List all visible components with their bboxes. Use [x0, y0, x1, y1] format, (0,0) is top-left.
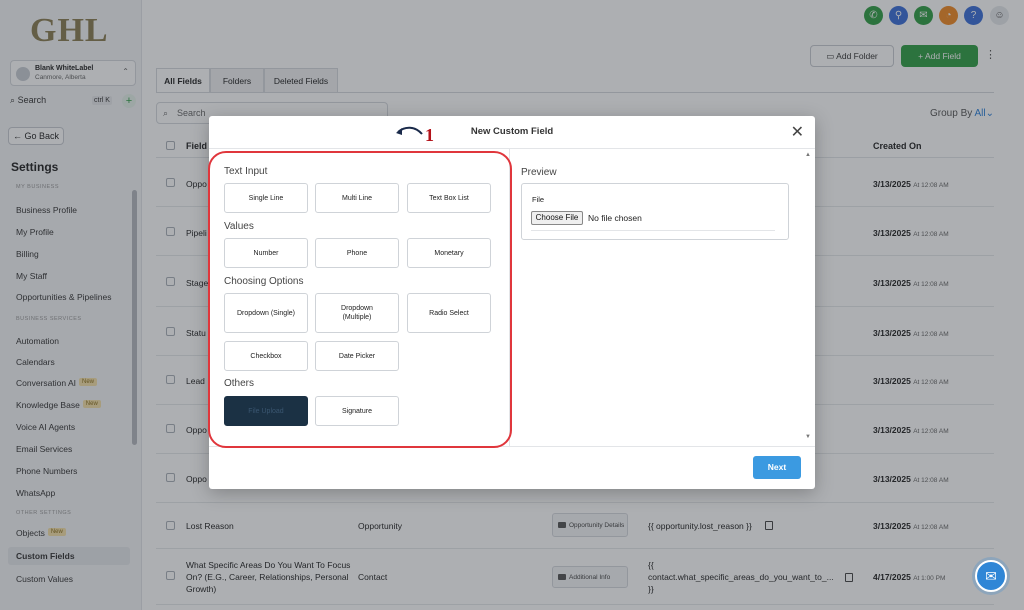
preview-heading: Preview [521, 167, 557, 178]
annotation-highlight-box [208, 151, 512, 448]
annotation-arrow-icon [396, 126, 423, 135]
preview-panel: File Choose File No file chosen [521, 183, 789, 240]
choose-file-button[interactable]: Choose File [531, 211, 583, 225]
next-button[interactable]: Next [753, 456, 801, 479]
scroll-up-icon[interactable]: ▲ [805, 152, 811, 158]
scroll-down-icon[interactable]: ▼ [805, 434, 811, 440]
divider [209, 148, 815, 149]
annotation-step-number: 1 [425, 125, 434, 145]
close-icon[interactable]: ✕ [791, 122, 804, 142]
modal-title: New Custom Field [470, 126, 554, 137]
preview-field-label: File [532, 195, 545, 204]
no-file-text: No file chosen [588, 213, 642, 223]
chat-widget-button[interactable]: ✉ [975, 560, 1007, 592]
chat-icon: ✉ [985, 568, 997, 584]
divider [531, 230, 775, 231]
